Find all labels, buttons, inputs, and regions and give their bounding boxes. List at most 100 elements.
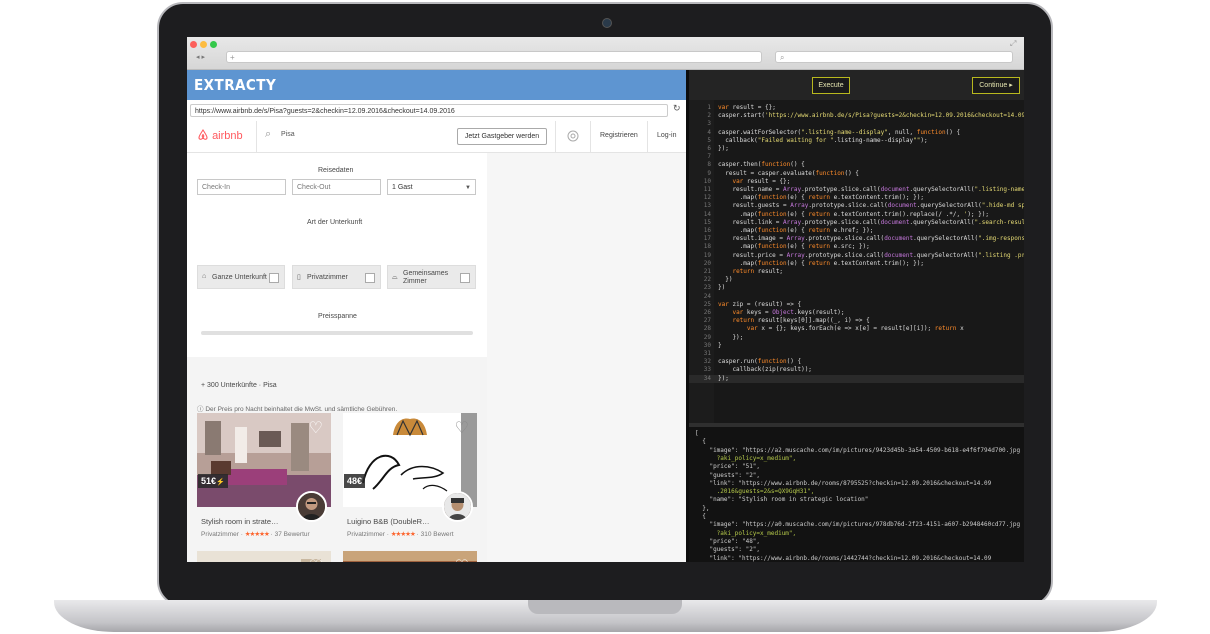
address-bar[interactable]: + [226, 51, 762, 63]
execute-button[interactable]: Execute [812, 77, 850, 94]
line-number: 23 [703, 284, 711, 292]
back-icon[interactable]: ◂ [196, 54, 200, 61]
airbnb-header: airbnb ⌕ Pisa Jetzt Gastgeber werden Reg… [187, 121, 686, 153]
listing-type: Privatzimmer · [201, 531, 245, 538]
code-editor[interactable]: 1 var result = {}; 2 casper.start('https://… [689, 100, 1024, 423]
code-line[interactable]: 27 return result[keys[0]].map((_, i) => … [689, 317, 1024, 325]
code-line[interactable]: 6}); [689, 145, 1024, 153]
airbnb-logo[interactable]: airbnb [197, 129, 243, 142]
output-line: "image": "https://a0.muscache.com/im/pic… [709, 521, 1021, 529]
help-button[interactable] [555, 121, 591, 152]
room-type-private-checkbox[interactable] [365, 273, 375, 283]
output-line: "price": "48", [709, 537, 761, 545]
continue-button[interactable]: Continue ▸ [972, 77, 1020, 94]
extracty-url-input[interactable]: https://www.airbnb.de/s/Pisa?guests=2&ch… [190, 104, 668, 117]
code-line[interactable]: 31 [689, 350, 1024, 358]
room-type-entire[interactable]: ⌂ Ganze Unterkunft [197, 265, 285, 289]
room-type-private[interactable]: ▯ Privatzimmer [292, 265, 381, 289]
code-line[interactable]: 25 var zip = (result) => { [689, 301, 1024, 309]
line-number: 4 [707, 128, 711, 136]
code-line[interactable]: 33 callback(zip(result)); [689, 366, 1024, 374]
code-line[interactable]: 21 return result; [689, 268, 1024, 276]
code-line[interactable]: 4 casper.waitForSelector(".listing-name--… [689, 129, 1024, 137]
code-text: result.name = Array.prototype.slice.call… [718, 186, 1024, 193]
search-icon: ⌕ [265, 128, 272, 140]
line-number: 14 [703, 210, 711, 218]
host-avatar[interactable] [442, 491, 473, 522]
airbnb-search[interactable]: ⌕ Pisa [256, 121, 387, 152]
output-line: "link": "https://www.airbnb.de/rooms/879… [709, 479, 992, 487]
code-line[interactable]: 34}); [689, 374, 1024, 383]
code-line[interactable]: 24 [689, 293, 1024, 301]
search-icon: ⌕ [780, 53, 785, 62]
line-number: 10 [703, 177, 711, 185]
code-text: .map(function(e) { return e.textContent.… [718, 259, 924, 267]
code-line[interactable]: 20 .map(function(e) { return e.textConte… [689, 260, 1024, 268]
code-line[interactable]: 9 result = casper.evaluate(function() { [689, 170, 1024, 178]
code-line[interactable]: 7 [689, 153, 1024, 161]
checkout-input[interactable]: Check-Out [292, 179, 381, 195]
code-line[interactable]: 26 var keys = Object.keys(result); [689, 309, 1024, 317]
fullscreen-icon[interactable]: ⤢ [1010, 39, 1016, 49]
code-line[interactable]: 10 var result = {}; [689, 178, 1024, 186]
code-line[interactable]: 17 result.image = Array.prototype.slice.… [689, 235, 1024, 243]
code-line[interactable]: 28 var x = {}; keys.forEach(e => x[e] = … [689, 325, 1024, 333]
code-line[interactable]: 11 result.name = Array.prototype.slice.c… [689, 186, 1024, 194]
line-number: 6 [707, 145, 711, 152]
code-line[interactable]: 5 callback("Failed waiting for ".listing… [689, 137, 1024, 145]
forward-icon[interactable]: ▸ [201, 54, 205, 61]
line-number: 17 [703, 235, 711, 243]
listing-title[interactable]: Luigino B&B (DoubleR… [347, 517, 430, 526]
price-range-slider[interactable] [201, 331, 473, 335]
line-number: 24 [703, 292, 711, 300]
room-type-entire-label: Ganze Unterkunft [212, 274, 267, 281]
output-line: "guests": "2", [709, 546, 761, 554]
code-line[interactable]: 30} [689, 342, 1024, 350]
line-number: 2 [707, 112, 711, 120]
code-line[interactable]: 14 .map(function(e) { return e.textConte… [689, 211, 1024, 219]
code-line[interactable]: 32 casper.run(function() { [689, 358, 1024, 366]
listing-photo[interactable]: ♡ [197, 551, 331, 562]
listing-meta: Privatzimmer · ★★★★★ · 310 Bewert [347, 530, 454, 538]
code-line[interactable]: 13 result.guests = Array.prototype.slice… [689, 202, 1024, 210]
extracty-header: EXTRACTY [187, 70, 686, 100]
code-line[interactable]: 8 casper.then(function() { [689, 161, 1024, 169]
heart-icon[interactable]: ♡ [309, 556, 323, 562]
code-line[interactable]: 23}) [689, 284, 1024, 292]
checkin-input[interactable]: Check-In [197, 179, 286, 195]
maximize-window-button[interactable] [210, 41, 217, 48]
minimize-window-button[interactable] [200, 41, 207, 48]
listing-title[interactable]: Stylish room in strate… [201, 517, 279, 526]
code-line[interactable]: 1 var result = {}; [689, 104, 1024, 112]
line-number: 31 [703, 350, 711, 357]
room-type-shared-checkbox[interactable] [460, 273, 470, 283]
room-type-entire-checkbox[interactable] [269, 273, 279, 283]
code-line[interactable]: 22 }) [689, 276, 1024, 284]
code-line[interactable]: 18 .map(function(e) { return e.src; }); [689, 243, 1024, 251]
code-line[interactable]: 12 .map(function(e) { return e.textConte… [689, 194, 1024, 202]
price-info-text: Der Preis pro Nacht beinhaltet die MwSt.… [205, 406, 398, 413]
heart-icon[interactable]: ♡ [309, 418, 323, 438]
code-line[interactable]: 16 .map(function(e) { return e.href; }); [689, 227, 1024, 235]
line-number: 1 [707, 104, 711, 111]
code-line[interactable]: 3 [689, 120, 1024, 128]
register-link[interactable]: Registrieren [600, 132, 638, 139]
host-avatar[interactable] [296, 491, 327, 522]
code-line[interactable]: 29 }); [689, 334, 1024, 342]
listing-photo[interactable]: ♡ [343, 551, 477, 562]
room-type-shared[interactable]: ⌓ Gemeinsames Zimmer [387, 265, 476, 289]
browser-search-field[interactable]: ⌕ [775, 51, 1013, 63]
code-line[interactable]: 15 result.link = Array.prototype.slice.c… [689, 219, 1024, 227]
reload-icon[interactable]: ↻ [673, 103, 681, 114]
become-host-button[interactable]: Jetzt Gastgeber werden [457, 128, 547, 145]
login-button[interactable]: Log-in [647, 121, 686, 152]
guests-select[interactable]: 1 Gast ▼ [387, 179, 476, 195]
output-line: "guests": "2", [709, 471, 761, 479]
code-line[interactable]: 2 casper.start('https://www.airbnb.de/s/P… [689, 112, 1024, 120]
heart-icon[interactable]: ♡ [455, 418, 469, 438]
heart-icon[interactable]: ♡ [455, 556, 469, 562]
airbnb-page: airbnb ⌕ Pisa Jetzt Gastgeber werden Reg… [187, 121, 686, 562]
listing-price: 51€⚡ [198, 474, 228, 488]
close-window-button[interactable] [190, 41, 197, 48]
code-line[interactable]: 19 result.price = Array.prototype.slice.… [689, 252, 1024, 260]
